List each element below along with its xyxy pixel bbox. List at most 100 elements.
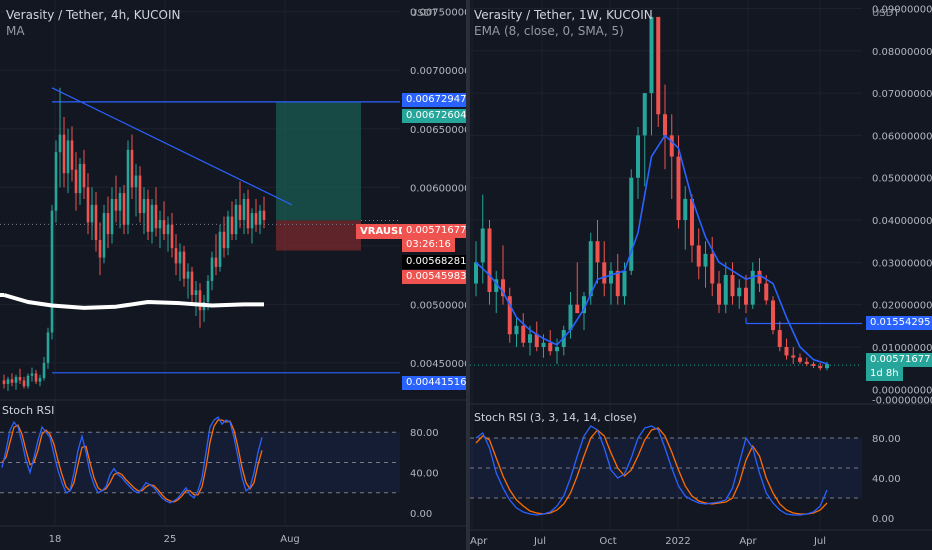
left-candle-body	[54, 152, 58, 211]
left-candle-body	[110, 199, 114, 235]
right-osc-tick-label: 40.00	[872, 474, 901, 485]
left-candle-body	[254, 213, 258, 225]
left-candle-body	[218, 231, 222, 267]
right-candle-body	[696, 245, 701, 267]
left-candle-body	[22, 380, 26, 387]
left-osc-tick-label: 80.00	[410, 428, 439, 439]
right-candle-body	[480, 228, 485, 263]
right-candle-body	[757, 270, 762, 284]
right-chart-svg[interactable]: 0.090000000.080000000.070000000.06000000…	[470, 0, 932, 550]
right-candle-body	[717, 283, 721, 305]
right-candle-body	[730, 275, 735, 297]
left-last-price-label: 0.00571677	[402, 224, 466, 238]
right-candle-body	[602, 262, 607, 284]
right-candle-body	[541, 342, 546, 347]
right-candle-body	[683, 198, 688, 221]
left-candle-body	[66, 140, 70, 174]
right-candle-body	[669, 135, 674, 157]
left-candle-body	[174, 248, 178, 264]
right-candle-body	[777, 330, 782, 347]
left-candle-body	[206, 280, 210, 303]
right-candle-body	[487, 228, 492, 292]
left-candle-body	[182, 251, 186, 279]
left-y-tick-label: 0.00500000	[410, 300, 466, 311]
left-candle-body	[262, 210, 266, 221]
right-x-tick-label: 2022	[665, 536, 690, 547]
left-candle-body	[106, 213, 110, 235]
left-resistance-price-label: 0.00672947	[402, 93, 466, 107]
left-support-price-label: 0.00441516	[402, 376, 466, 390]
left-candle-body	[238, 204, 242, 221]
left-candle-body	[158, 220, 162, 229]
left-candle-body	[118, 193, 122, 211]
right-candle-body	[771, 300, 775, 331]
right-osc-title[interactable]: Stoch RSI (3, 3, 14, 14, close)	[474, 411, 637, 424]
right-candle-body	[656, 16, 661, 115]
right-candle-body	[723, 275, 728, 305]
right-osc-tick-label: 80.00	[872, 434, 901, 445]
left-chart-panel[interactable]: 0.00750000 0.00700000 0.00650000 0.00600000…	[0, 0, 466, 550]
left-candle-body	[6, 379, 10, 384]
right-candle-body	[690, 198, 694, 246]
right-indicator-label[interactable]: EMA (8, close, 0, SMA, 5)	[474, 24, 624, 38]
left-x-tick-label: 18	[49, 534, 62, 545]
right-x-tick-label: Apr	[739, 536, 757, 547]
left-osc-tick-label: 40.00	[410, 469, 439, 480]
left-candle-body	[138, 175, 142, 214]
right-candle-body	[703, 253, 708, 267]
left-stop-zone	[276, 220, 361, 251]
left-candle-body	[198, 290, 202, 311]
right-candle-body	[649, 16, 654, 94]
right-candle-body	[642, 93, 647, 136]
left-candle-body	[154, 204, 158, 229]
left-x-tick-label: Aug	[280, 534, 300, 545]
left-candle-body	[126, 149, 130, 225]
right-candle-body	[798, 357, 802, 362]
right-candle-body	[636, 135, 640, 178]
left-candle-body	[226, 216, 230, 249]
right-x-tick-label: Oct	[599, 536, 616, 547]
right-x-tick-label: Apr	[470, 536, 488, 547]
left-candle-body	[186, 271, 190, 279]
left-candle-body	[62, 134, 66, 174]
left-candle-body	[98, 239, 102, 258]
left-candle-body	[222, 231, 226, 249]
left-candle-body	[58, 134, 62, 153]
right-candle-body	[609, 270, 613, 284]
left-candle-body	[194, 290, 198, 295]
right-candle-body	[548, 342, 553, 352]
left-indicator-label[interactable]: MA	[6, 24, 25, 38]
right-candle-body	[818, 366, 823, 369]
left-ma-line	[3, 293, 264, 310]
left-candle-body	[230, 216, 234, 235]
left-candle-body	[250, 213, 254, 229]
right-candle-body	[676, 156, 681, 221]
right-candle-body	[615, 270, 620, 297]
left-countdown-label: 03:26:16	[402, 238, 455, 252]
left-target-price-label: 0.00672604	[402, 109, 466, 123]
right-candle-body	[521, 325, 526, 343]
left-candle-body	[178, 251, 182, 264]
right-y-tick-label: 0.08000000	[872, 47, 932, 58]
left-candle-body	[34, 373, 38, 382]
right-chart-panel[interactable]: 0.09000000 0.08000000 0.07000000 0.06000000…	[470, 0, 932, 550]
left-candle-body	[114, 199, 118, 211]
left-osc-title[interactable]: Stoch RSI	[2, 404, 54, 417]
left-stop-price-label: 0.00545983	[402, 270, 466, 284]
right-candle-body	[737, 287, 742, 297]
left-candle-body	[150, 204, 154, 232]
left-candle-body	[26, 375, 30, 387]
left-candle-body	[102, 213, 106, 258]
left-candle-body	[46, 332, 50, 363]
left-candle-body	[90, 204, 94, 223]
left-candle-body	[42, 362, 46, 379]
left-candle-body	[190, 271, 194, 295]
left-candle-body	[242, 199, 246, 221]
right-countdown-label: 1d 8h	[866, 367, 903, 381]
left-chart-svg[interactable]: 0.007500000.007000000.006500000.00600000…	[0, 0, 466, 550]
right-candle-body	[791, 355, 796, 358]
right-y-tick-label: 0.04000000	[872, 216, 932, 227]
right-y-tick-label: 0.06000000	[872, 131, 932, 142]
left-candle-body	[130, 149, 134, 188]
left-candle-body	[258, 210, 262, 225]
